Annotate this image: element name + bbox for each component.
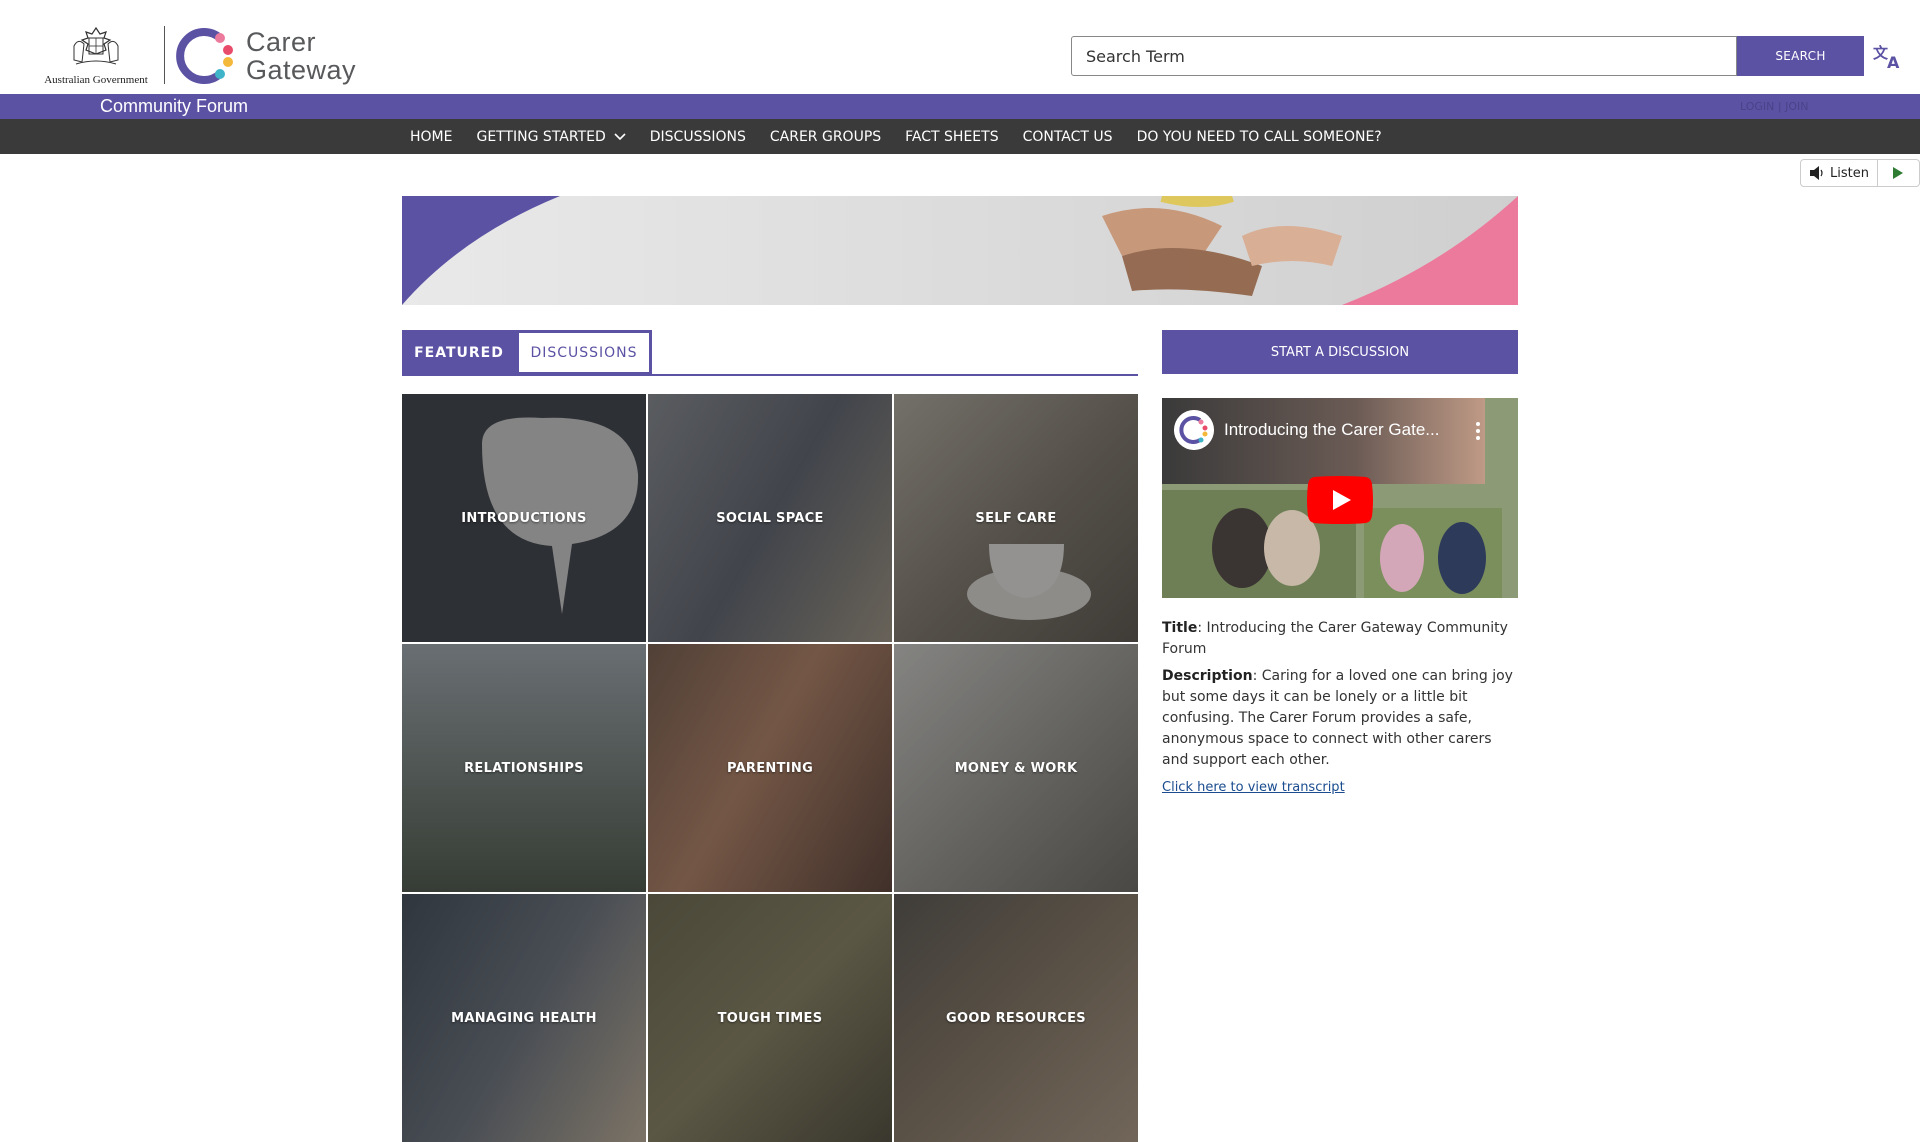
svg-text:A: A [1887, 53, 1900, 70]
nav-fact-sheets[interactable]: FACT SHEETS [905, 129, 998, 145]
tile-label: SELF CARE [975, 510, 1057, 526]
nav-carer-groups-label: CARER GROUPS [769, 128, 882, 145]
tile-label: MONEY & WORK [954, 760, 1078, 776]
tile-label: RELATIONSHIPS [464, 760, 584, 776]
carer-gateway-mark-icon [176, 28, 233, 84]
tile-label: TOUGH TIMES [717, 1010, 823, 1026]
video-description: Title: Introducing the Carer Gateway Com… [1162, 618, 1522, 798]
carer-gateway-logo[interactable]: Carer Gateway [176, 24, 366, 88]
nav-discussions[interactable]: DISCUSSIONS [650, 129, 746, 145]
nav-contact-us-label: CONTACT US [1022, 128, 1113, 145]
carer-gateway-wordmark: Carer Gateway [246, 28, 356, 84]
start-discussion-button[interactable]: START A DISCUSSION [1162, 330, 1518, 374]
tile-label: GOOD RESOURCES [946, 1010, 1086, 1026]
category-tile-tough-times[interactable]: TOUGH TIMES [648, 894, 892, 1142]
nav-getting-started[interactable]: GETTING STARTED [476, 128, 626, 145]
category-tile-parenting[interactable]: PARENTING [648, 644, 892, 892]
australian-government-logo[interactable]: Australian Government [38, 24, 154, 88]
nav-call-someone[interactable]: DO YOU NEED TO CALL SOMEONE? [1137, 129, 1382, 145]
logo-divider [164, 26, 165, 84]
coat-of-arms-icon [73, 26, 119, 65]
tab-featured[interactable]: FEATURED [402, 330, 516, 375]
nav-home[interactable]: HOME [410, 129, 452, 145]
nav-home-label: HOME [410, 128, 453, 145]
category-tile-money-work[interactable]: MONEY & WORK [894, 644, 1138, 892]
category-tile-relationships[interactable]: RELATIONSHIPS [402, 644, 646, 892]
category-tile-introductions[interactable]: INTRODUCTIONS [402, 394, 646, 642]
gov-text: Australian Government [44, 74, 148, 86]
tile-label: SOCIAL SPACE [716, 510, 824, 526]
video-player[interactable]: Introducing the Carer Gate... [1162, 398, 1518, 598]
chevron-down-icon [614, 132, 626, 140]
tile-label: MANAGING HEALTH [451, 1010, 597, 1026]
category-tile-good-resources[interactable]: GOOD RESOURCES [894, 894, 1138, 1142]
category-tile-social-space[interactable]: SOCIAL SPACE [648, 394, 892, 642]
play-icon [1893, 167, 1904, 179]
listen-button[interactable]: Listen [1801, 160, 1878, 186]
category-tile-managing-health[interactable]: MANAGING HEALTH [402, 894, 646, 1142]
listen-label: Listen [1830, 165, 1869, 181]
video-description-line: Description: Caring for a loved one can … [1162, 666, 1522, 771]
listen-play-button[interactable] [1878, 160, 1919, 186]
content-tabs: FEATURED DISCUSSIONS [402, 330, 1138, 376]
category-grid: INTRODUCTIONS SOCIAL SPACE SELF CARE REL… [402, 394, 1138, 1142]
title-label: Title [1162, 620, 1198, 636]
description-label: Description [1162, 668, 1253, 684]
more-options-icon[interactable] [1476, 422, 1480, 440]
tile-label: INTRODUCTIONS [461, 510, 587, 526]
nav-discussions-label: DISCUSSIONS [649, 128, 746, 145]
category-tile-self-care[interactable]: SELF CARE [894, 394, 1138, 642]
search-input[interactable] [1071, 36, 1737, 76]
forum-title: Community Forum [100, 96, 249, 116]
nav-call-someone-label: DO YOU NEED TO CALL SOMEONE? [1136, 128, 1382, 145]
video-title[interactable]: Introducing the Carer Gate... [1224, 420, 1439, 440]
nav-carer-groups[interactable]: CARER GROUPS [770, 129, 881, 145]
forum-bar: Community Forum LOGIN | JOIN [0, 94, 1920, 119]
search-button[interactable]: SEARCH [1737, 36, 1864, 76]
channel-avatar-icon[interactable] [1174, 410, 1214, 450]
listen-widget: Listen [1800, 159, 1920, 187]
logo-word-2: Gateway [246, 55, 357, 85]
tile-label: PARENTING [726, 760, 814, 776]
logo-word-1: Carer [246, 27, 317, 57]
title-value: : Introducing the Carer Gateway Communit… [1162, 620, 1508, 657]
main-nav: HOME GETTING STARTED DISCUSSIONS CARER G… [0, 119, 1920, 154]
tab-discussions[interactable]: DISCUSSIONS [516, 330, 652, 375]
hero-banner [402, 196, 1518, 305]
nav-contact-us[interactable]: CONTACT US [1023, 129, 1113, 145]
banner-graphic [402, 196, 1518, 305]
speaker-icon [1810, 166, 1823, 180]
view-transcript-link[interactable]: Click here to view transcript [1162, 777, 1522, 798]
nav-getting-started-label: GETTING STARTED [476, 128, 606, 145]
site-header: Australian Government Carer Gateway SEAR… [0, 0, 1920, 94]
translate-icon[interactable]: 文 A [1872, 42, 1904, 70]
video-title-line: Title: Introducing the Carer Gateway Com… [1162, 618, 1522, 660]
login-join-link[interactable]: LOGIN | JOIN [1740, 100, 1808, 113]
nav-fact-sheets-label: FACT SHEETS [905, 128, 999, 145]
youtube-play-icon[interactable] [1306, 476, 1374, 524]
